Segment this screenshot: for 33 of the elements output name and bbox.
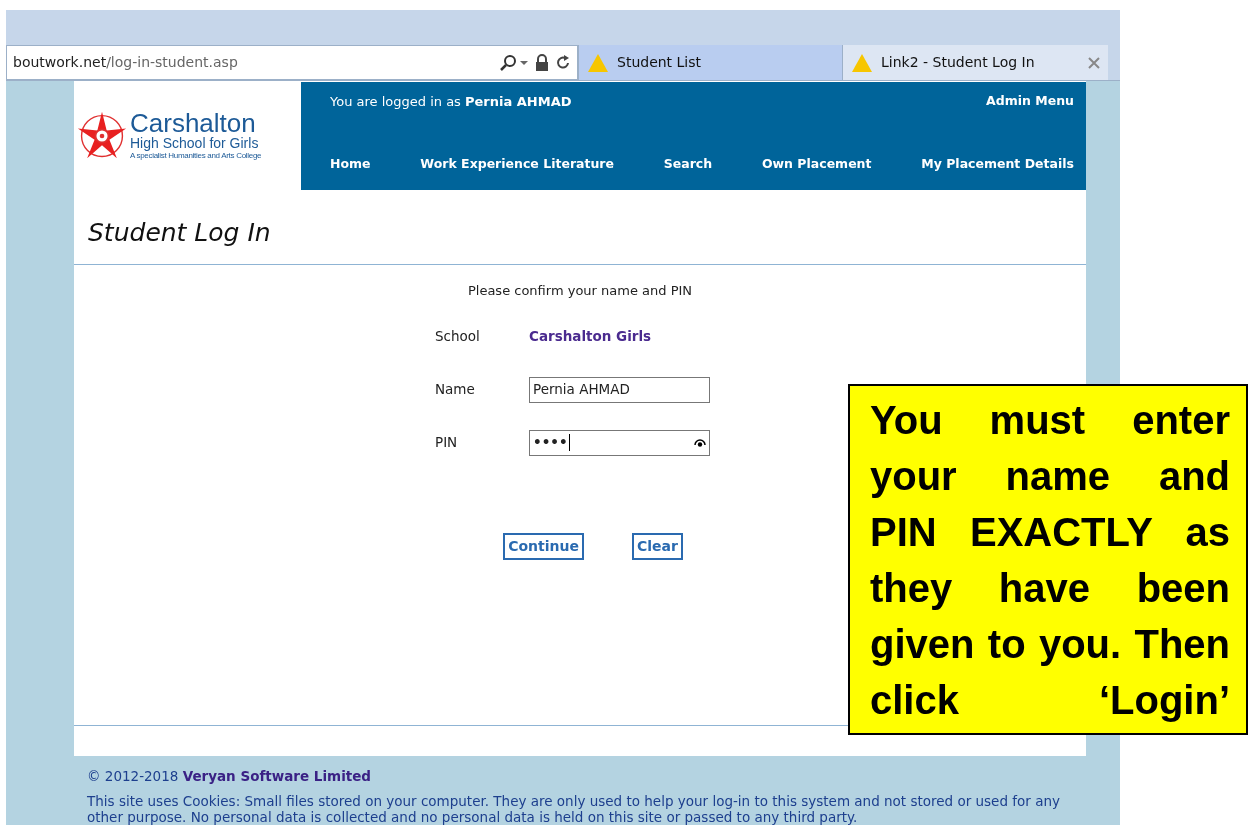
form-button[interactable]: Clear: [631, 533, 683, 560]
form-button[interactable]: Continue: [503, 533, 584, 560]
copyright-text: © 2012-2018 Veryan Software Limited: [87, 767, 373, 787]
page-title: Student Log In: [74, 190, 1086, 265]
admin-menu-link[interactable]: Admin Menu: [986, 92, 1074, 112]
warning-icon: [587, 52, 609, 73]
field-label: Name: [435, 380, 476, 400]
logo-subtitle: High School for Girls: [130, 135, 260, 151]
pin-field[interactable]: ••••: [529, 429, 710, 456]
logo-title: Carshalton: [130, 109, 256, 136]
close-icon[interactable]: [1088, 56, 1100, 69]
instruction-callout: You must enter your name and PIN EXACTLY as they have been given to you. Then click ‘Login’: [848, 384, 1248, 735]
logo-tagline: A specialist Humanities and Arts College: [130, 151, 262, 163]
form-intro: Please confirm your name and PIN: [467, 281, 693, 300]
nav-link[interactable]: My Placement Details: [921, 155, 1074, 174]
nav-link[interactable]: Home: [330, 155, 371, 174]
warning-icon: [851, 52, 873, 73]
cookie-notice: This site uses Cookies: Small files stored on your computer. They are only used to help your log-in to this system and not stored or used for any other purpose. No personal data is collected and no personal data is held on this site or passed to any third party.: [87, 792, 1061, 825]
name-field[interactable]: Pernia AHMAD: [529, 376, 710, 403]
refresh-icon[interactable]: [555, 54, 571, 71]
lock-icon: [535, 54, 549, 71]
nav-link[interactable]: Work Experience Literature: [420, 155, 614, 174]
field-label: School: [435, 327, 481, 347]
field-label: PIN: [435, 433, 459, 453]
browser-tab[interactable]: Student List: [578, 45, 842, 80]
browser-tab[interactable]: Link2 - Student Log In: [842, 45, 1108, 80]
nav-link[interactable]: Search: [663, 155, 713, 174]
school-name: Carshalton Girls: [529, 327, 652, 347]
address-bar[interactable]: boutwork.net/log-in-student.asp: [6, 45, 578, 80]
logged-in-text: You are logged in as Pernia AHMAD: [330, 93, 572, 111]
nav-link[interactable]: Own Placement: [761, 155, 872, 174]
reveal-eye-icon[interactable]: [694, 438, 706, 447]
search-icon[interactable]: [499, 53, 529, 72]
